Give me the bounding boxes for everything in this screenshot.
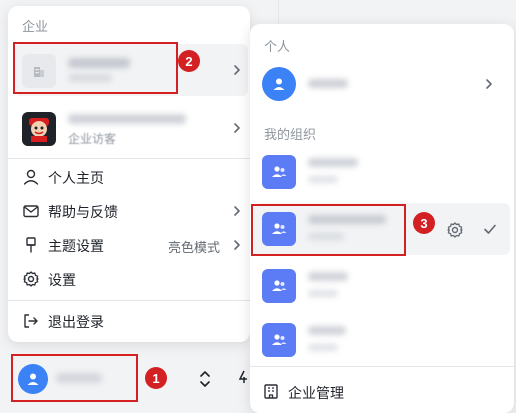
chevron-right-icon bbox=[234, 65, 240, 75]
menu-item-label: 退出登录 bbox=[48, 315, 104, 331]
org-name-redacted bbox=[308, 326, 346, 335]
menu-item-label: 主题设置 bbox=[48, 239, 104, 255]
org-avatar bbox=[262, 323, 296, 357]
org-subtitle-redacted bbox=[308, 344, 338, 351]
check-icon bbox=[484, 224, 496, 234]
org-subtitle-redacted bbox=[308, 176, 338, 183]
menu-item-label: 个人主页 bbox=[48, 171, 104, 187]
org-logo-icon bbox=[22, 112, 56, 146]
org-name-redacted bbox=[308, 272, 348, 281]
personal-section-label: 个人 bbox=[264, 40, 291, 55]
footer-divider bbox=[250, 366, 514, 367]
chevron-right-icon bbox=[234, 240, 240, 250]
menu-item-label: 设置 bbox=[48, 273, 76, 289]
mail-icon bbox=[23, 205, 39, 218]
org-avatar bbox=[262, 269, 296, 303]
expand-collapse-icon[interactable] bbox=[198, 370, 212, 388]
user-icon bbox=[23, 169, 39, 185]
team-icon bbox=[272, 166, 287, 177]
chevron-right-icon bbox=[234, 206, 240, 216]
org-avatar bbox=[262, 155, 296, 189]
menu-divider bbox=[8, 158, 250, 159]
personal-account-item[interactable] bbox=[254, 58, 510, 110]
building-icon bbox=[264, 384, 278, 399]
menu-item-label: 帮助与反馈 bbox=[48, 205, 118, 221]
my-orgs-section-label: 我的组织 bbox=[264, 128, 317, 143]
menu-divider bbox=[8, 300, 250, 301]
org-item-guest[interactable]: 企业访客 bbox=[14, 102, 248, 154]
gear-icon[interactable] bbox=[446, 221, 464, 239]
annotation-box-1 bbox=[11, 354, 138, 402]
menu-item-theme-settings[interactable]: 主题设置 亮色模式 bbox=[14, 229, 248, 261]
org-name-redacted bbox=[68, 114, 186, 124]
team-icon bbox=[272, 334, 287, 345]
enterprise-admin-label: 企业管理 bbox=[288, 386, 344, 402]
truncated-icon bbox=[238, 368, 248, 390]
org-list-item[interactable] bbox=[254, 146, 510, 198]
logout-icon bbox=[24, 314, 38, 328]
org-list-item[interactable] bbox=[254, 260, 510, 312]
brush-icon bbox=[26, 237, 36, 253]
personal-name-redacted bbox=[308, 79, 348, 88]
annotation-badge-3: 3 bbox=[413, 212, 435, 234]
avatar bbox=[262, 67, 296, 101]
org-list-item[interactable] bbox=[254, 314, 510, 366]
org-name-redacted bbox=[308, 158, 358, 167]
menu-item-help-feedback[interactable]: 帮助与反馈 bbox=[14, 195, 248, 227]
annotation-badge-2: 2 bbox=[178, 50, 200, 72]
annotation-box-2 bbox=[13, 42, 178, 94]
annotation-badge-1: 1 bbox=[145, 367, 167, 389]
gear-icon bbox=[23, 271, 39, 287]
theme-mode-value: 亮色模式 bbox=[167, 241, 220, 256]
menu-item-profile[interactable]: 个人主页 bbox=[14, 161, 248, 193]
chevron-right-icon bbox=[486, 79, 492, 89]
team-icon bbox=[272, 280, 287, 291]
chevron-right-icon bbox=[234, 123, 240, 133]
menu-item-logout[interactable]: 退出登录 bbox=[14, 305, 248, 337]
enterprise-admin-button[interactable]: 企业管理 bbox=[262, 376, 502, 406]
menu-item-settings[interactable]: 设置 bbox=[14, 263, 248, 295]
annotation-box-3 bbox=[251, 204, 406, 256]
user-icon bbox=[273, 78, 285, 90]
enterprise-section-label: 企业 bbox=[22, 20, 49, 35]
org-subtitle: 企业访客 bbox=[68, 132, 117, 146]
org-subtitle-redacted bbox=[308, 290, 338, 297]
